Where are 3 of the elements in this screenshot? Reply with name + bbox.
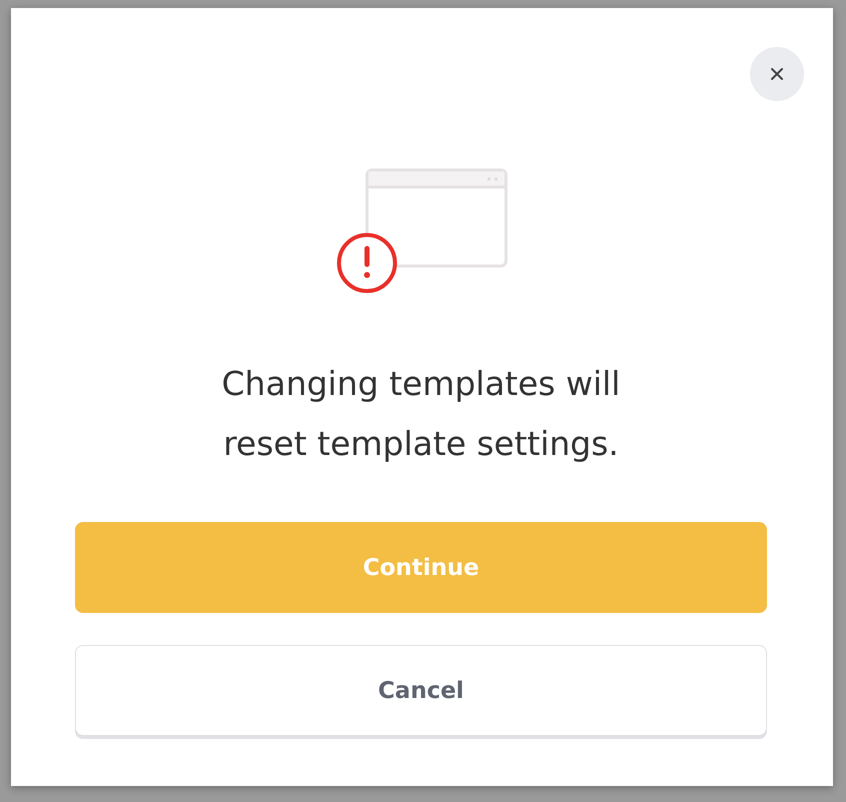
close-icon [770, 67, 784, 81]
cancel-button[interactable]: Cancel [75, 645, 767, 736]
dialog-message: Changing templates will reset template settings. [220, 363, 622, 465]
